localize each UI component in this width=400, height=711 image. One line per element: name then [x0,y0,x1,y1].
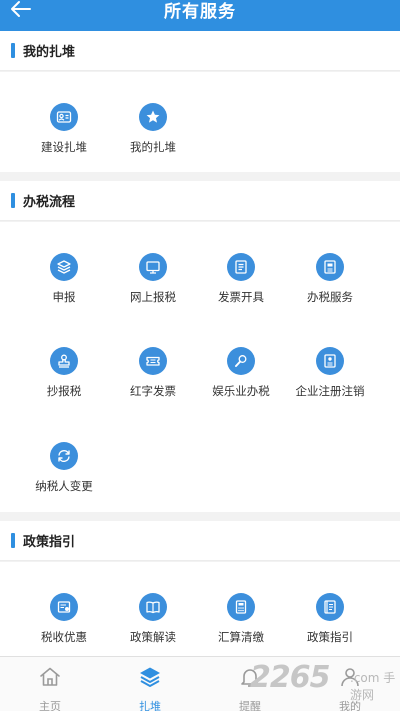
star-icon [139,103,167,131]
service-label: 办税服务 [307,290,353,304]
calculator-icon [227,593,255,621]
section-accent-bar [11,533,15,548]
refresh-icon [50,442,78,470]
id-card-icon [316,347,344,375]
section-title: 办税流程 [23,195,76,210]
service-label: 纳税人变更 [35,479,93,493]
contact-card-icon [50,103,78,131]
layers-icon [50,253,78,281]
section-title: 我的扎堆 [23,45,76,60]
home-icon [40,667,60,686]
section-header-policy-guide: 政策指引 [0,521,400,561]
service-company-registration[interactable]: 企业注册注销 [280,347,380,423]
stamp-icon [50,347,78,375]
section-grid-my-groups: 建设扎堆 我的扎堆 [0,72,400,172]
section-grid-policy-guide: 税收优惠 政策解读 汇算清缴 政策指引 [0,562,400,656]
monitor-icon [139,253,167,281]
tab-home[interactable]: 主页 [0,657,100,711]
book-icon [139,593,167,621]
page-title: 所有服务 [164,2,236,22]
section-accent-bar [11,193,15,208]
receipt-icon [50,593,78,621]
watermark-text: .com 手游网 [350,669,400,703]
document-icon [227,253,255,281]
service-label: 我的扎堆 [130,140,176,154]
service-my-group[interactable]: 我的扎堆 [103,103,203,179]
layers-icon [140,667,160,687]
tab-groups[interactable]: 扎堆 [100,657,200,711]
top-bar: 所有服务 [0,0,400,31]
section-header-tax-process: 办税流程 [0,181,400,221]
section-grid-tax-process: 申报 网上报税 发票开具 办税服务 抄报税 红字发票 娱乐业办税 企业注册注销 … [0,222,400,512]
section-accent-bar [11,43,15,58]
site-watermark: 2265 .com 手游网 [250,660,400,703]
service-label: 政策指引 [307,630,353,644]
folder-doc-icon [316,253,344,281]
guide-book-icon [316,593,344,621]
section-header-my-groups: 我的扎堆 [0,31,400,71]
watermark-domain: .com [350,671,380,685]
section-title: 政策指引 [23,535,76,550]
service-tax-service[interactable]: 办税服务 [280,253,380,329]
ticket-icon [139,347,167,375]
microphone-icon [227,347,255,375]
watermark-number: 2265 [250,660,330,695]
tab-label: 扎堆 [139,700,161,711]
service-label: 企业注册注销 [295,384,365,398]
tab-label: 主页 [39,700,61,711]
service-taxpayer-change[interactable]: 纳税人变更 [14,442,114,518]
